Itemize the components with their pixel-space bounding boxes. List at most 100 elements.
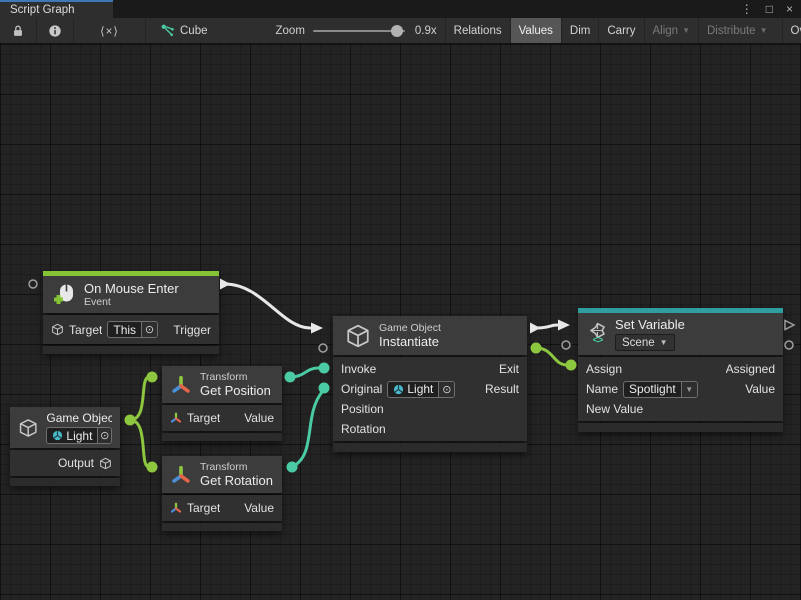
info-button[interactable]: [37, 18, 74, 43]
port-label-value: Value: [745, 382, 775, 396]
transform-icon: [170, 374, 192, 396]
node-title: Get Position: [200, 383, 271, 398]
node-instantiate[interactable]: Game Object Instantiate Invoke Exit Orig…: [333, 316, 527, 452]
port-position-input[interactable]: [319, 363, 330, 374]
port-exit-output[interactable]: [530, 323, 541, 334]
wire-getrotation-to-rotation: [292, 392, 322, 467]
info-icon: [48, 24, 62, 38]
graph-reference[interactable]: Cube: [146, 23, 218, 38]
port-label-value: Value: [244, 411, 274, 425]
zoom-slider[interactable]: [313, 30, 405, 32]
wire-exit-to-assign: [537, 325, 557, 328]
port-new-value-input[interactable]: [566, 360, 577, 371]
code-view-button[interactable]: ⟨×⟩: [74, 18, 146, 43]
graph-canvas[interactable]: On Mouse Enter Event Target This ⊙ Trigg…: [0, 44, 801, 600]
node-title: Instantiate: [379, 334, 441, 349]
node-on-mouse-enter[interactable]: On Mouse Enter Event Target This ⊙ Trigg…: [43, 271, 219, 354]
node-title: Game Object: [46, 411, 112, 425]
port-label-name: Name: [586, 382, 618, 396]
port-target-input[interactable]: [29, 280, 37, 288]
tab-script-graph[interactable]: Script Graph: [0, 0, 113, 18]
target-object-field[interactable]: This ⊙: [107, 321, 158, 338]
wire-result-to-newvalue: [536, 348, 566, 365]
port-value-output[interactable]: [287, 462, 298, 473]
port-label-rotation: Rotation: [341, 422, 386, 436]
port-label-result: Result: [485, 382, 519, 396]
chevron-down-icon: ▼: [660, 338, 668, 347]
carry-button[interactable]: Carry: [598, 18, 643, 43]
node-set-variable[interactable]: <> Set Variable Scene ▼ Assign Assigned …: [578, 308, 783, 432]
zoom-label: Zoom: [276, 25, 305, 37]
close-icon[interactable]: ×: [786, 0, 793, 18]
wire-output-to-getposition: [130, 377, 149, 420]
port-target-input[interactable]: [147, 462, 158, 473]
port-label-output: Output: [58, 456, 94, 470]
variable-scope-dropdown[interactable]: Scene ▼: [615, 334, 675, 351]
port-label-assigned: Assigned: [726, 362, 775, 376]
port-original-input[interactable]: [319, 344, 327, 352]
object-picker-icon[interactable]: ⊙: [97, 428, 111, 443]
port-label-target: Target: [187, 501, 220, 515]
port-name-input[interactable]: [562, 341, 570, 349]
transform-icon: [170, 412, 182, 424]
lock-icon: [11, 24, 25, 38]
node-subtitle: Event: [84, 296, 179, 308]
object-picker-icon[interactable]: ⊙: [141, 322, 157, 337]
wire-arrowhead: [311, 323, 323, 334]
port-label-target: Target: [69, 323, 102, 337]
lock-button[interactable]: [0, 18, 37, 43]
game-object-ball-icon: [393, 384, 404, 395]
port-label-position: Position: [341, 402, 384, 416]
node-get-position[interactable]: Transform Get Position Target Value: [162, 366, 282, 441]
chevron-down-icon[interactable]: ▼: [681, 382, 697, 397]
game-object-icon: [18, 417, 38, 439]
port-label-trigger: Trigger: [173, 323, 211, 337]
wire-getposition-to-position: [290, 368, 318, 377]
overview-button[interactable]: Overview: [782, 18, 801, 43]
node-game-object-literal[interactable]: Game Object Light ⊙ Output: [10, 407, 120, 486]
port-assigned-output[interactable]: [785, 321, 794, 330]
node-category: Transform: [200, 371, 271, 383]
original-object-field[interactable]: Light ⊙: [387, 381, 455, 398]
window-menu-icon[interactable]: ⋮: [741, 0, 753, 18]
port-value-output[interactable]: [785, 341, 793, 349]
dim-button[interactable]: Dim: [561, 18, 598, 43]
chevron-down-icon: ▼: [760, 26, 768, 35]
port-label-invoke: Invoke: [341, 362, 376, 376]
port-target-input[interactable]: [147, 372, 158, 383]
node-get-rotation[interactable]: Transform Get Rotation Target Value: [162, 456, 282, 531]
port-label-exit: Exit: [499, 362, 519, 376]
title-bar: Script Graph ⋮ □ ×: [0, 0, 801, 18]
game-object-icon: [345, 323, 371, 349]
graph-name: Cube: [180, 25, 208, 37]
graph-icon: [160, 23, 175, 38]
port-value-output[interactable]: [285, 372, 296, 383]
align-button[interactable]: Align ▼: [644, 18, 699, 43]
port-label-value: Value: [244, 501, 274, 515]
wire-trigger-to-invoke: [225, 284, 310, 328]
chevron-down-icon: ▼: [682, 26, 690, 35]
game-object-ball-icon: [52, 430, 63, 441]
node-category: Game Object: [379, 322, 441, 334]
values-button[interactable]: Values: [510, 18, 561, 43]
distribute-button[interactable]: Distribute ▼: [698, 18, 776, 43]
wire-arrowhead: [558, 320, 570, 331]
graph-toolbar: ⟨×⟩ Cube Zoom 0.9x Relations Values Dim …: [0, 18, 801, 44]
maximize-icon[interactable]: □: [766, 0, 773, 18]
port-rotation-input[interactable]: [319, 383, 330, 394]
transform-icon: [170, 464, 192, 486]
variable-name-field[interactable]: Spotlight ▼: [623, 381, 698, 398]
port-label-new-value: New Value: [586, 402, 643, 416]
port-result-output[interactable]: [531, 343, 542, 354]
light-object-field[interactable]: Light ⊙: [46, 427, 112, 444]
relations-button[interactable]: Relations: [445, 18, 510, 43]
zoom-slider-handle[interactable]: [391, 25, 403, 37]
transform-icon: [170, 502, 182, 514]
port-trigger-output[interactable]: [220, 279, 231, 290]
wire-output-to-getrotation: [130, 420, 149, 467]
node-title: On Mouse Enter: [84, 281, 179, 296]
port-label-target: Target: [187, 411, 220, 425]
port-output[interactable]: [125, 415, 136, 426]
object-picker-icon[interactable]: ⊙: [438, 382, 454, 397]
code-view-icon: ⟨×⟩: [100, 24, 119, 38]
